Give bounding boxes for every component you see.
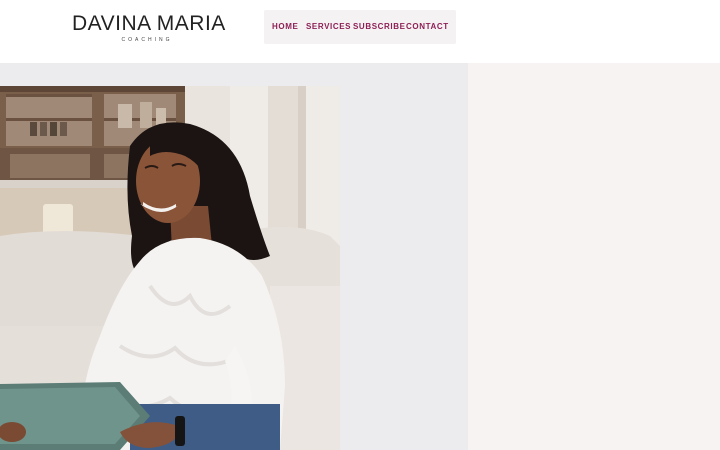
nav-item-services[interactable]: SERVICES bbox=[306, 22, 351, 32]
site-header: DAVINA MARIA COACHING HOME SERVICES SUBS… bbox=[0, 0, 720, 63]
hero-photo bbox=[0, 86, 340, 450]
brand-logo[interactable]: DAVINA MARIA COACHING bbox=[72, 12, 226, 46]
main-nav: HOME SERVICES SUBSCRIBE CONTACT bbox=[264, 10, 456, 44]
nav-item-contact[interactable]: CONTACT bbox=[406, 22, 449, 32]
hero-right-panel bbox=[468, 63, 720, 450]
nav-item-home[interactable]: HOME bbox=[272, 22, 298, 32]
brand-tagline: COACHING bbox=[121, 37, 173, 43]
brand-name: DAVINA MARIA bbox=[72, 12, 226, 35]
nav-item-subscribe[interactable]: SUBSCRIBE bbox=[353, 22, 406, 32]
